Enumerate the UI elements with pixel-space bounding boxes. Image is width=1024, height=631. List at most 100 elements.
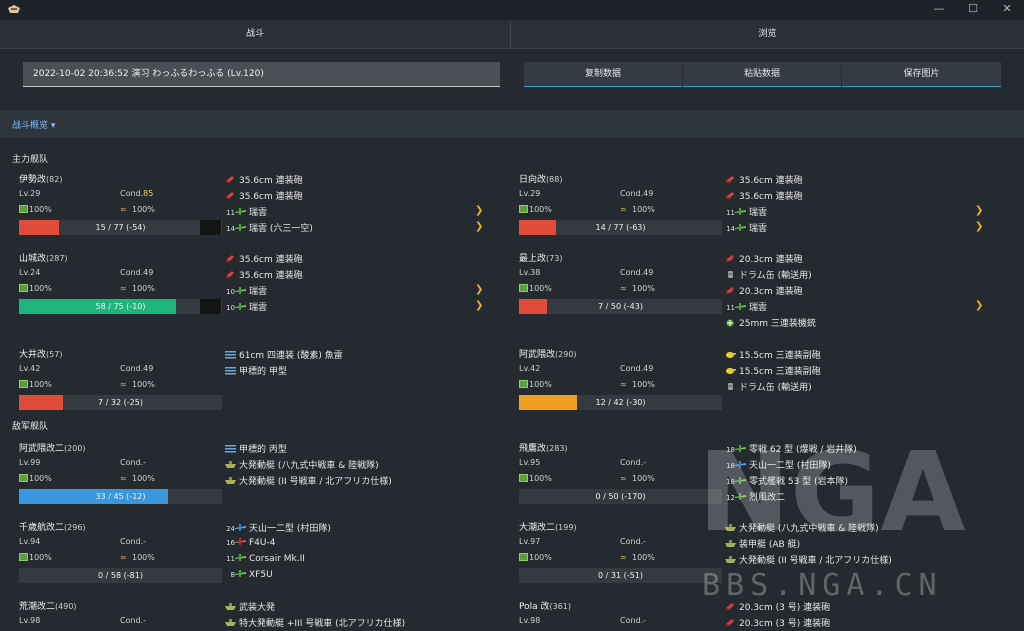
ship-name[interactable]: 飛鷹改(283)	[519, 441, 568, 454]
equipment-slot[interactable]: ドラム缶 (輸送用)	[725, 268, 812, 281]
ship-level: Lv.99	[19, 458, 41, 467]
fuel-value: 100%	[529, 284, 552, 293]
ship-name[interactable]: 山城改(287)	[19, 251, 68, 264]
ship-id: (290)	[555, 350, 577, 359]
equipment-slot[interactable]: 35.6cm 連装砲	[225, 252, 303, 265]
ammo-value: 100%	[132, 474, 155, 483]
ship-id: (199)	[555, 523, 577, 532]
ship-name[interactable]: 伊勢改(82)	[19, 172, 62, 185]
expand-arrow-icon[interactable]: ❯	[475, 221, 483, 232]
ship-name[interactable]: 阿武隈改(290)	[519, 347, 577, 360]
expand-arrow-icon[interactable]: ❯	[975, 205, 983, 216]
equipment-name: 35.6cm 連装砲	[739, 192, 803, 202]
expand-arrow-icon[interactable]: ❯	[475, 205, 483, 216]
ship-name[interactable]: 日向改(88)	[519, 172, 562, 185]
ship-id: (283)	[546, 444, 568, 453]
equipment-slot[interactable]: 8 XF5U	[225, 569, 273, 580]
ship-name-text: 千歳航改二	[19, 523, 65, 533]
hp-value: 0 / 58 (-81)	[98, 571, 143, 580]
equipment-slot[interactable]: 20.3cm 連装砲	[725, 284, 803, 297]
equipment-slot[interactable]: 14 瑞雲 (六三一空)	[225, 221, 313, 234]
equipment-slot[interactable]: 11 瑞雲	[725, 300, 767, 313]
fuel-value: 100%	[529, 380, 552, 389]
equipment-name: 瑞雲	[249, 303, 268, 313]
ship-name[interactable]: 荒潮改二(490)	[19, 599, 77, 612]
fuel-stat: 100%	[19, 380, 52, 389]
equipment-name: 瑞雲	[249, 208, 268, 218]
condition-value: 49	[643, 268, 654, 277]
section-header[interactable]	[0, 110, 1024, 138]
ship-name-text: 阿武隈改	[519, 350, 556, 360]
battle-record-input[interactable]: 2022-10-02 20:36:52 演习 わっふるわっふる (Lv.120)	[23, 62, 500, 87]
minimize-button[interactable]: —	[922, 0, 956, 20]
ammo-stat: ≈100%	[620, 284, 655, 293]
equipment-slot[interactable]: 大発動艇 (八九式中戦車 & 陸戦隊)	[225, 458, 379, 471]
equipment-slot[interactable]: 35.6cm 連装砲	[225, 189, 303, 202]
equipment-slot[interactable]: 10 瑞雲	[225, 300, 267, 313]
fuel-value: 100%	[29, 380, 52, 389]
equipment-slot[interactable]: 武装大発	[225, 600, 275, 613]
equipment-slot[interactable]: 11 瑞雲	[225, 205, 267, 218]
equipment-slot[interactable]: 35.6cm 連装砲	[725, 173, 803, 186]
equipment-slot[interactable]: 15.5cm 三連装副砲	[725, 364, 821, 377]
ship-level: Lv.38	[519, 268, 541, 277]
equipment-slot[interactable]: ドラム缶 (輸送用)	[725, 380, 812, 393]
ship-condition: Cond.-	[120, 458, 147, 467]
copy-data-button[interactable]: 复制数据	[524, 62, 682, 87]
equipment-slot[interactable]: 甲標的 丙型	[225, 442, 287, 455]
svg-text:NGA: NGA	[698, 428, 965, 556]
equipment-slot[interactable]: 11 Corsair Mk.II	[225, 553, 305, 564]
equipment-slot[interactable]: 25mm 三連装機銃	[725, 316, 816, 329]
equipment-slot[interactable]: 20.3cm 連装砲	[725, 252, 803, 265]
expand-arrow-icon[interactable]: ❯	[975, 300, 983, 311]
equipment-slot[interactable]: 甲標的 甲型	[225, 364, 287, 377]
tab-browse[interactable]: 浏览	[511, 20, 1024, 49]
ship-name[interactable]: Pola 改(361)	[519, 599, 571, 612]
equipment-slot[interactable]: 35.6cm 連装砲	[225, 173, 303, 186]
ship-name[interactable]: 千歳航改二(296)	[19, 520, 86, 533]
battle-overview-toggle[interactable]: 战斗概览 ▾	[12, 118, 55, 131]
ammo-stat: ≈100%	[620, 205, 655, 214]
equipment-slot[interactable]: 10 瑞雲	[225, 284, 267, 297]
ship-name[interactable]: 大井改(57)	[19, 347, 62, 360]
maximize-button[interactable]: ☐	[956, 0, 990, 20]
equipment-name: 61cm 四連装 (酸素) 魚雷	[239, 351, 343, 361]
equipment-slot[interactable]: 24 天山一二型 (村田隊)	[225, 521, 331, 534]
equipment-slot[interactable]: 特大発動艇 +III 号戦車 (北アフリカ仕様)	[225, 616, 405, 629]
ship-condition: Cond.-	[120, 616, 147, 625]
expand-arrow-icon[interactable]: ❯	[475, 284, 483, 295]
equipment-slot[interactable]: 61cm 四連装 (酸素) 魚雷	[225, 348, 343, 361]
ammo-stat: ≈100%	[620, 380, 655, 389]
equipment-slot[interactable]: 35.6cm 連装砲	[225, 268, 303, 281]
fuel-value: 100%	[529, 553, 552, 562]
ship-name-text: 日向改	[519, 175, 547, 185]
main-gun-icon	[725, 255, 739, 265]
ship-name[interactable]: 最上改(73)	[519, 251, 562, 264]
ammo-icon: ≈	[620, 205, 627, 214]
expand-arrow-icon[interactable]: ❯	[475, 300, 483, 311]
ship-name[interactable]: 大潮改二(199)	[519, 520, 577, 533]
equipment-slot[interactable]: 16 F4U-4	[225, 537, 275, 548]
equipment-slot[interactable]: 35.6cm 連装砲	[725, 189, 803, 202]
equipment-slot[interactable]: 14 瑞雲	[725, 221, 767, 234]
fuel-icon	[519, 380, 528, 388]
ship-condition: Cond.49	[120, 364, 154, 373]
expand-arrow-icon[interactable]: ❯	[975, 221, 983, 232]
equipment-name: 甲標的 丙型	[239, 445, 287, 455]
slot-count: 11	[726, 304, 735, 312]
status-box	[200, 220, 221, 235]
fuel-stat: 100%	[519, 474, 552, 483]
main-gun-icon	[725, 192, 739, 202]
paste-data-button[interactable]: 粘贴数据	[683, 62, 841, 87]
equipment-slot[interactable]: 11 瑞雲	[725, 205, 767, 218]
condition-value: 49	[143, 364, 154, 373]
equipment-slot[interactable]: 15.5cm 三連装副砲	[725, 348, 821, 361]
ship-name[interactable]: 阿武隈改二(200)	[19, 441, 86, 454]
equipment-slot[interactable]: 大発動艇 (II 号戦車 / 北アフリカ仕様)	[225, 474, 392, 487]
ship-level: Lv.29	[19, 189, 41, 198]
tab-battle[interactable]: 战斗	[0, 20, 510, 49]
close-button[interactable]: ✕	[990, 0, 1024, 20]
hp-bar: 33 / 45 (-12)	[19, 489, 222, 504]
save-image-button[interactable]: 保存图片	[842, 62, 1001, 87]
aircraft-icon	[235, 303, 249, 313]
